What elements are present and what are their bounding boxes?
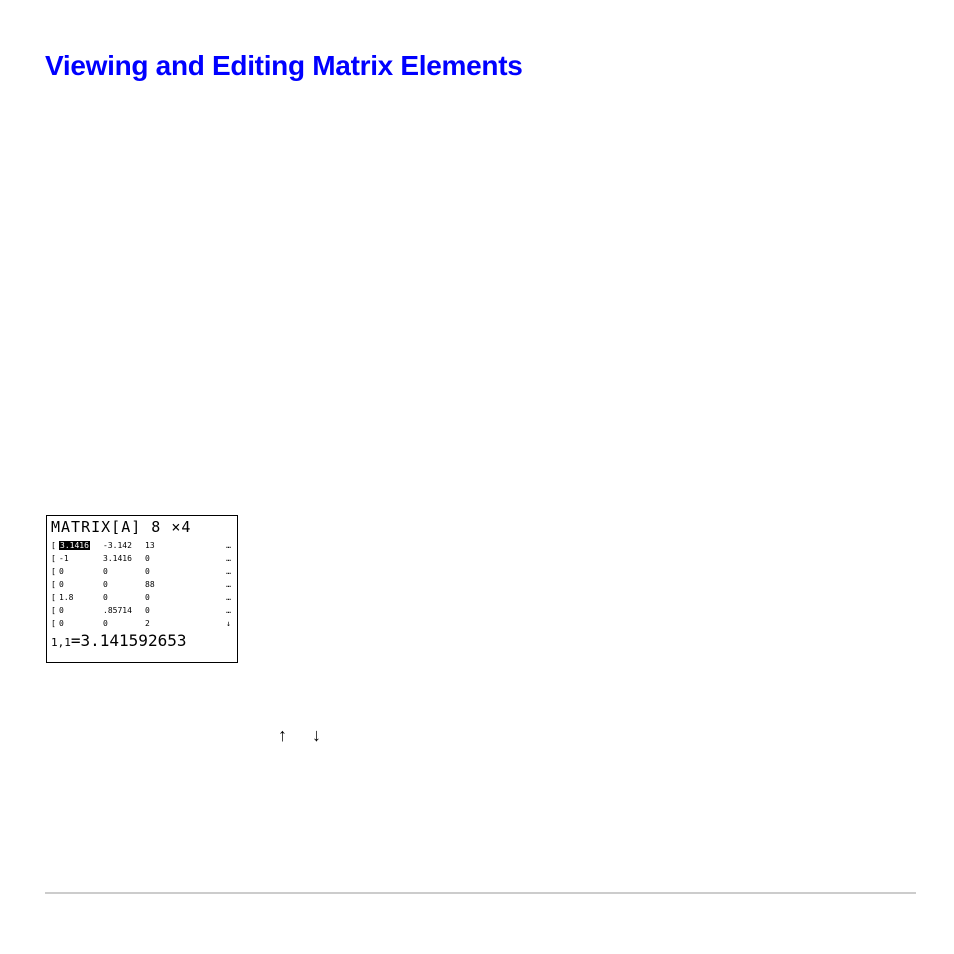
matrix-cell: 0 <box>145 552 175 565</box>
matrix-cell: 88 <box>145 578 175 591</box>
matrix-cell: -3.142 <box>103 539 145 552</box>
matrix-cell: 0 <box>59 578 103 591</box>
page-title: Viewing and Editing Matrix Elements <box>45 50 909 82</box>
matrix-bracket: [ <box>51 604 59 617</box>
matrix-row-tail: … <box>175 539 233 552</box>
matrix-row-tail: … <box>175 604 233 617</box>
matrix-cell: 3.1416 <box>103 552 145 565</box>
matrix-cell: 0 <box>59 565 103 578</box>
matrix-row: [-13.14160… <box>51 552 233 565</box>
matrix-cell: 0 <box>59 617 103 630</box>
matrix-row-tail: … <box>175 565 233 578</box>
matrix-cell: 3.1416 <box>59 539 103 552</box>
arrow-hints: ↑↓ <box>278 725 321 746</box>
matrix-body: [3.1416-3.14213…[-13.14160…[000…[0088…[1… <box>51 539 233 630</box>
matrix-bracket: [ <box>51 552 59 565</box>
matrix-row: [0.857140… <box>51 604 233 617</box>
footer-rule <box>45 892 916 894</box>
matrix-cell: 0 <box>145 565 175 578</box>
matrix-cell: -1 <box>59 552 103 565</box>
matrix-cell: 13 <box>145 539 175 552</box>
matrix-row: [1.800… <box>51 591 233 604</box>
matrix-bracket: [ <box>51 565 59 578</box>
matrix-row: [0088… <box>51 578 233 591</box>
arrow-up-icon: ↑ <box>278 725 287 745</box>
matrix-cell: 0 <box>103 578 145 591</box>
matrix-cell: 1.8 <box>59 591 103 604</box>
matrix-row: [000… <box>51 565 233 578</box>
matrix-row-tail: … <box>175 552 233 565</box>
matrix-bracket: [ <box>51 578 59 591</box>
matrix-cell: 0 <box>145 591 175 604</box>
matrix-cell: 0 <box>103 617 145 630</box>
matrix-row-tail: ↓ <box>175 617 233 630</box>
matrix-row-tail: … <box>175 578 233 591</box>
matrix-index: 1,1 <box>51 636 71 649</box>
matrix-bracket: [ <box>51 591 59 604</box>
matrix-cell: 2 <box>145 617 175 630</box>
calculator-screen: MATRIX[A] 8 ×4 [3.1416-3.14213…[-13.1416… <box>46 515 238 663</box>
matrix-cell: .85714 <box>103 604 145 617</box>
matrix-cell: 0 <box>103 591 145 604</box>
matrix-row: [3.1416 -3.14213… <box>51 539 233 552</box>
matrix-cell: 0 <box>145 604 175 617</box>
matrix-edit-line: 1,1=3.141592653 <box>51 633 233 651</box>
arrow-down-icon: ↓ <box>312 725 321 745</box>
matrix-header: MATRIX[A] 8 ×4 <box>51 520 233 535</box>
matrix-cell: 0 <box>59 604 103 617</box>
matrix-cell-selected: 3.1416 <box>59 541 90 550</box>
matrix-bracket: [ <box>51 617 59 630</box>
matrix-bracket: [ <box>51 539 59 552</box>
matrix-row: [002↓ <box>51 617 233 630</box>
matrix-row-tail: … <box>175 591 233 604</box>
matrix-value: =3.141592653 <box>71 631 187 650</box>
matrix-cell: 0 <box>103 565 145 578</box>
